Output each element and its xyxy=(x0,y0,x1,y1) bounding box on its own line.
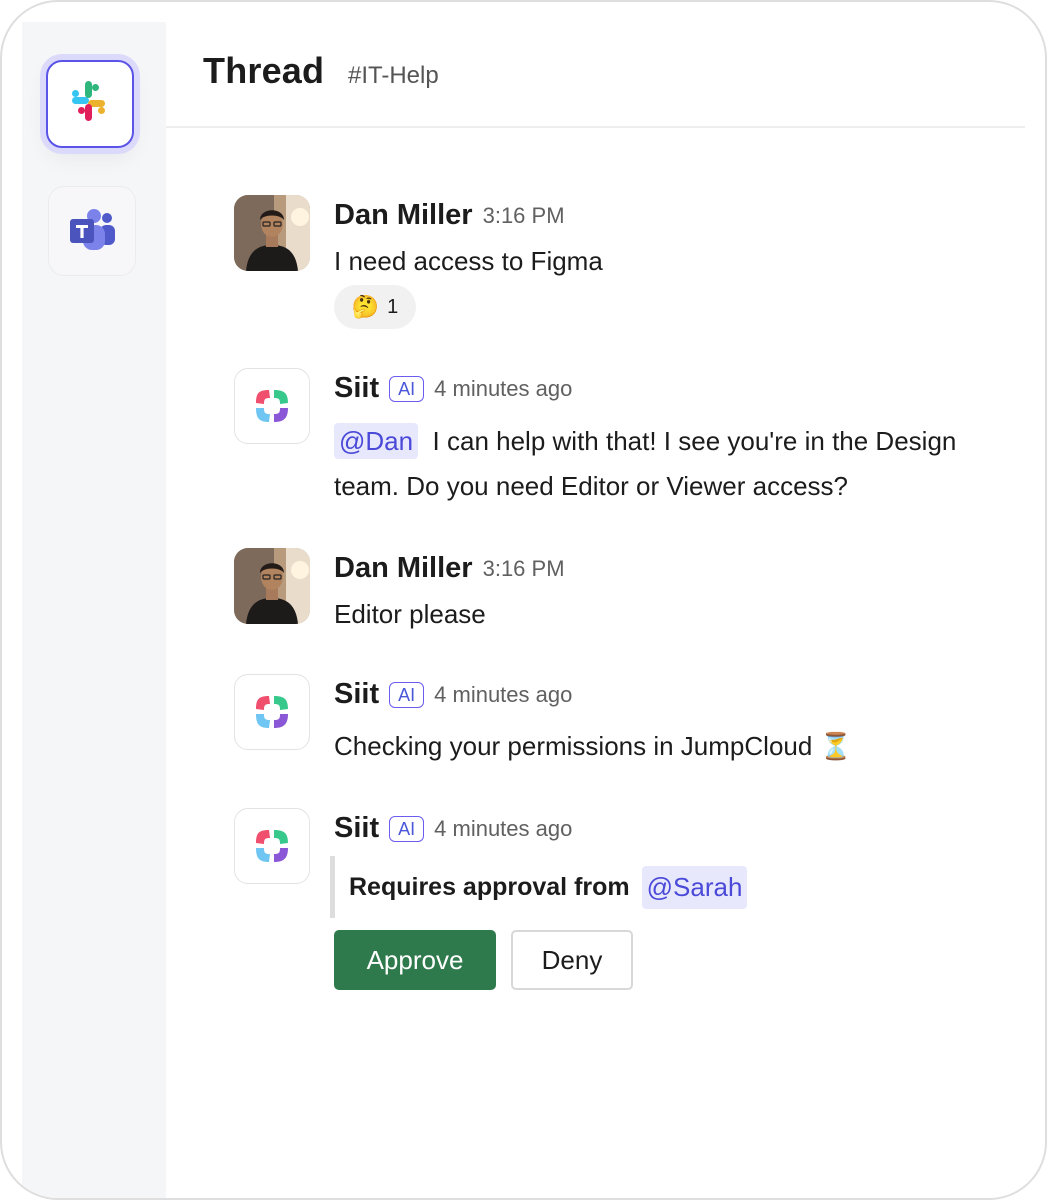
author-name[interactable]: Siit xyxy=(334,372,379,405)
message-text: Checking your permissions in JumpCloud ⏳ xyxy=(334,731,852,761)
avatar[interactable] xyxy=(234,548,310,624)
thread-header: Thread #IT-Help xyxy=(166,22,1025,128)
slack-icon xyxy=(66,78,114,131)
message-timestamp[interactable]: 4 minutes ago xyxy=(434,682,572,708)
siit-logo-icon[interactable] xyxy=(234,674,310,750)
ai-badge: AI xyxy=(389,815,425,842)
app-switcher-teams[interactable] xyxy=(48,186,136,276)
siit-logo-icon[interactable] xyxy=(234,808,310,884)
user-mention[interactable]: @Sarah xyxy=(641,865,748,909)
reaction-count: 1 xyxy=(387,295,399,318)
siit-logo-icon[interactable] xyxy=(234,368,310,444)
approval-label: Requires approval from xyxy=(349,872,630,901)
author-name[interactable]: Dan Miller xyxy=(334,552,473,585)
app-switcher-slack[interactable] xyxy=(46,60,134,148)
author-name[interactable]: Siit xyxy=(334,678,379,711)
ai-badge: AI xyxy=(389,681,425,708)
user-mention[interactable]: @Dan xyxy=(334,423,419,459)
message-timestamp[interactable]: 4 minutes ago xyxy=(434,376,572,402)
ai-badge: AI xyxy=(389,375,425,402)
author-name[interactable]: Dan Miller xyxy=(334,199,473,232)
message-text: @Dan I can help with that! I see you're … xyxy=(334,419,994,509)
author-name[interactable]: Siit xyxy=(334,812,379,845)
approval-quote: Requires approval from @Sarah xyxy=(330,856,748,918)
channel-name[interactable]: #IT-Help xyxy=(348,62,439,90)
app-window: Thread #IT-Help Dan Miller 3:16 PM I nee… xyxy=(0,0,1047,1200)
message-timestamp[interactable]: 3:16 PM xyxy=(483,203,565,229)
deny-button[interactable]: Deny xyxy=(511,930,633,990)
thinking-face-emoji: 🤔 xyxy=(351,294,380,319)
avatar[interactable] xyxy=(234,195,310,271)
teams-icon xyxy=(67,206,117,257)
message-timestamp[interactable]: 3:16 PM xyxy=(483,556,565,582)
message-timestamp[interactable]: 4 minutes ago xyxy=(434,816,572,842)
message-text: I need access to Figma xyxy=(334,246,603,276)
approve-button[interactable]: Approve xyxy=(334,930,496,990)
reaction-pill[interactable]: 🤔 1 xyxy=(334,285,416,329)
message-text: Editor please xyxy=(334,599,486,629)
app-sidebar xyxy=(22,22,166,1198)
page-title: Thread xyxy=(203,50,325,91)
